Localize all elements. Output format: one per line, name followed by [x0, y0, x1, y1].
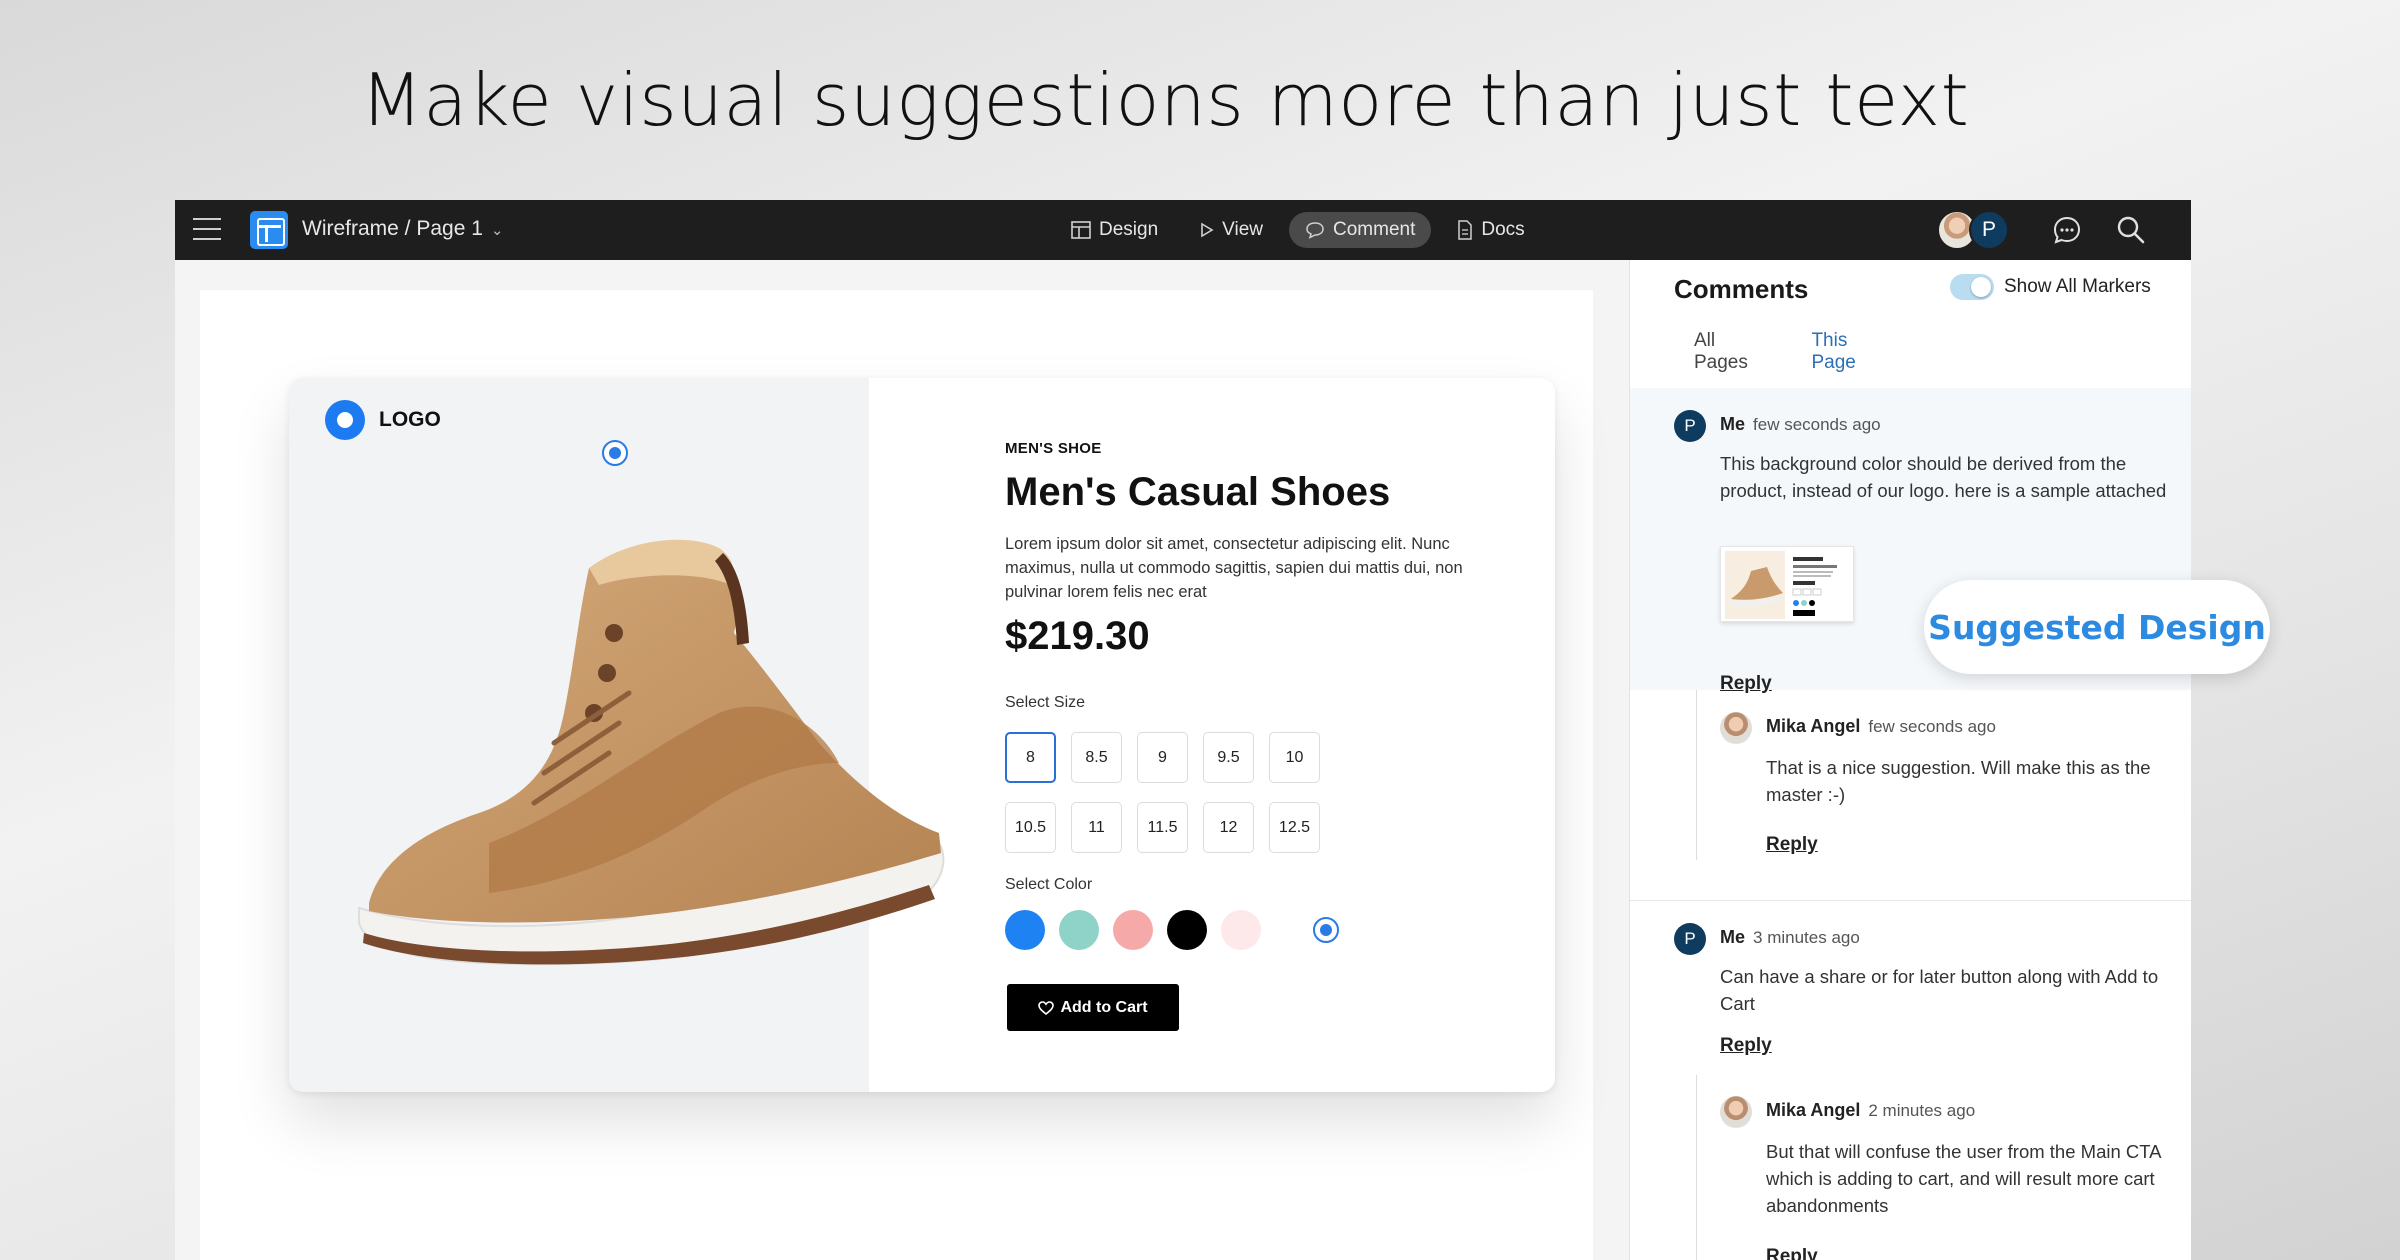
comments-title: Comments	[1674, 274, 1809, 304]
tab-comment[interactable]: Comment	[1289, 212, 1432, 248]
tab-comment-label: Comment	[1333, 219, 1416, 240]
comment-time: few seconds ago	[1753, 415, 1881, 434]
app-logo-icon	[250, 211, 288, 249]
size-label: Select Size	[1005, 694, 1086, 711]
comment-time: few seconds ago	[1868, 717, 1996, 736]
add-to-cart-label: Add to Cart	[1060, 998, 1148, 1016]
reply-link[interactable]: Reply	[1720, 673, 1772, 695]
comments-panel: Comments Show All Markers All Pages This…	[1629, 260, 2191, 1260]
design-canvas[interactable]: LOGO MEN'S SHOE Men's Casual Shoes Lorem…	[200, 290, 1593, 1260]
top-bar: Wireframe / Page 1 ⌄ Design View Comment …	[175, 200, 2191, 260]
size-option[interactable]: 8	[1005, 732, 1056, 783]
thread-connector	[1696, 1075, 1697, 1260]
color-swatch-pink[interactable]	[1113, 910, 1153, 950]
avatar	[1720, 1096, 1752, 1128]
speech-bubble-icon	[1306, 222, 1324, 239]
tab-design-label: Design	[1099, 219, 1159, 240]
chevron-down-icon: ⌄	[490, 222, 504, 239]
tab-docs-label: Docs	[1481, 219, 1525, 240]
design-preview-image	[1721, 547, 1853, 621]
product-card: LOGO MEN'S SHOE Men's Casual Shoes Lorem…	[289, 378, 1555, 1092]
product-title: Men's Casual Shoes	[1005, 470, 1391, 514]
color-swatch-blue[interactable]	[1005, 910, 1045, 950]
heart-icon	[1038, 1000, 1055, 1015]
size-option[interactable]: 11	[1071, 802, 1122, 853]
size-options: 8 8.5 9 9.5 10 10.5 11 11.5 12 12.5	[1005, 732, 1320, 853]
document-icon	[1458, 220, 1473, 240]
avatar: P	[1674, 410, 1706, 442]
layout-icon	[1071, 221, 1091, 239]
attachment-thumbnail[interactable]	[1720, 546, 1854, 622]
comment-time: 2 minutes ago	[1868, 1101, 1976, 1120]
comment-marker[interactable]	[1313, 917, 1339, 943]
reply-link[interactable]: Reply	[1720, 1035, 1772, 1057]
comment-author: Mika Angel	[1766, 716, 1861, 736]
brand-logo: LOGO	[325, 400, 441, 440]
comment-header: Mika Angel few seconds ago	[1766, 716, 1996, 737]
avatar: P	[1674, 923, 1706, 955]
tab-view-label: View	[1222, 219, 1263, 240]
comment-text: Can have a share or for later button alo…	[1720, 966, 2159, 1014]
comment-marker[interactable]	[602, 440, 628, 466]
product-kicker: MEN'S SHOE	[1005, 440, 1102, 457]
color-swatch-teal[interactable]	[1059, 910, 1099, 950]
tab-all-pages[interactable]: All Pages	[1674, 318, 1792, 393]
tab-this-page[interactable]: This Page	[1791, 318, 1914, 393]
show-markers-label: Show All Markers	[2004, 276, 2151, 297]
logo-text: LOGO	[379, 408, 441, 431]
size-option[interactable]: 12.5	[1269, 802, 1320, 853]
size-option[interactable]: 9	[1137, 732, 1188, 783]
comment-header: Mika Angel 2 minutes ago	[1766, 1100, 1975, 1121]
divider	[1630, 900, 2191, 901]
thread-connector	[1696, 690, 1697, 860]
size-option[interactable]: 12	[1203, 802, 1254, 853]
comment-header: Me 3 minutes ago	[1720, 927, 1860, 948]
product-image-panel: LOGO	[289, 378, 945, 1092]
color-label: Select Color	[1005, 876, 1093, 893]
size-option[interactable]: 9.5	[1203, 732, 1254, 783]
shoe-image	[358, 539, 945, 966]
chat-icon[interactable]	[2051, 214, 2083, 246]
size-option[interactable]: 10	[1269, 732, 1320, 783]
reply-link[interactable]: Reply	[1766, 834, 1818, 856]
comment-text: That is a nice suggestion. Will make thi…	[1766, 757, 2151, 805]
search-icon[interactable]	[2115, 214, 2147, 246]
tab-view[interactable]: View	[1184, 212, 1279, 248]
comment-time: 3 minutes ago	[1753, 928, 1860, 947]
tab-design[interactable]: Design	[1055, 212, 1174, 248]
show-markers-toggle[interactable]	[1950, 274, 1994, 300]
reply-link[interactable]: Reply	[1766, 1246, 1818, 1260]
breadcrumb[interactable]: Wireframe / Page 1 ⌄	[302, 217, 503, 241]
tab-docs[interactable]: Docs	[1441, 212, 1540, 248]
color-swatch-black[interactable]	[1167, 910, 1207, 950]
comment-author: Mika Angel	[1766, 1100, 1861, 1120]
comment-text: But that will confuse the user from the …	[1766, 1141, 2161, 1216]
user-avatar[interactable]: P	[1969, 210, 2009, 250]
comment-author: Me	[1720, 927, 1746, 947]
comment-author: Me	[1720, 414, 1746, 434]
menu-icon[interactable]	[193, 218, 221, 242]
color-swatch-blush[interactable]	[1221, 910, 1261, 950]
comment-header: Me few seconds ago	[1720, 414, 1881, 435]
product-price: $219.30	[1005, 614, 1150, 658]
size-option[interactable]: 11.5	[1137, 802, 1188, 853]
product-description: Lorem ipsum dolor sit amet, consectetur …	[1005, 535, 1463, 601]
app-window: Wireframe / Page 1 ⌄ Design View Comment …	[175, 200, 2191, 1260]
mode-nav: Design View Comment Docs	[1055, 212, 1541, 248]
avatar	[1720, 712, 1752, 744]
comment-tabs: All Pages This Page	[1674, 318, 1914, 394]
suggested-design-callout: Suggested Design	[1924, 580, 2270, 674]
size-option[interactable]: 8.5	[1071, 732, 1122, 783]
logo-icon	[325, 400, 365, 440]
headline: Make visual suggestions more than just t…	[360, 58, 1970, 142]
size-option[interactable]: 10.5	[1005, 802, 1056, 853]
color-options	[1005, 910, 1261, 950]
add-to-cart-button[interactable]: Add to Cart	[1007, 984, 1179, 1031]
comment-text: This background color should be derived …	[1720, 453, 2167, 501]
breadcrumb-label: Wireframe / Page 1	[302, 217, 483, 240]
play-icon	[1201, 222, 1214, 238]
